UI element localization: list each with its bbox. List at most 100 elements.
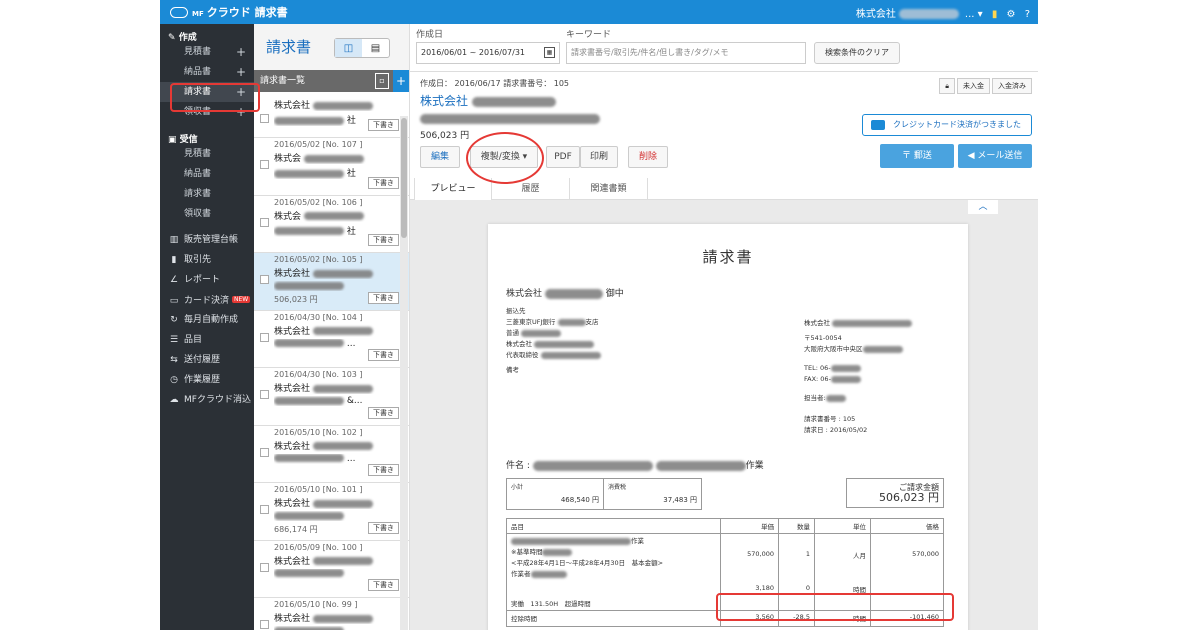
shortcut-icon[interactable]: ▮ [992,9,998,20]
credit-card-icon [871,120,885,130]
sidebar-section-create: ✎ 作成 [160,24,254,43]
price-cell: 570,000 [870,533,944,582]
row-checkbox[interactable] [260,505,269,514]
sidebar-item-create-quote[interactable]: 見積書 + [160,42,254,62]
add-icon[interactable]: + [236,62,246,82]
invoice-company[interactable]: 株式会社 [420,92,556,109]
credit-card-notice[interactable]: クレジットカード決済がつきました [862,114,1032,136]
row-checkbox[interactable] [260,217,269,227]
bank-line: 普通 [506,328,601,339]
list-item[interactable]: 2016/05/02 [No. 106 ] 株式会 社下書き [254,195,409,253]
list-item[interactable]: 2016/05/10 [No. 99 ] 株式会社 [254,598,409,630]
sidebar-item-create-delivery[interactable]: 納品書 + [160,62,254,82]
edit-button[interactable]: 編集 [420,146,460,168]
payment-status-toggle: 🔒︎ 未入金 入金済み [937,78,1032,94]
draft-badge: 下書き [368,349,399,361]
sidebar-item-reconcile[interactable]: ☁ MFクラウド消込 [160,390,254,410]
paid-button[interactable]: 入金済み [992,78,1032,94]
clear-filters-button[interactable]: 検索条件のクリア [814,42,900,64]
report-icon: ∠ [169,275,179,285]
date-range-input[interactable]: 2016/06/01 ~ 2016/07/31 ▦ [416,42,560,64]
add-icon[interactable]: + [236,42,246,62]
draft-badge: 下書き [368,406,399,419]
draft-badge: 下書き [368,119,399,131]
row-checkbox[interactable] [260,114,269,123]
row-checkbox[interactable] [260,275,269,284]
clients-icon: ▮ [171,255,177,265]
draft-badge: 下書き [368,234,399,246]
sidebar-item-label: MFクラウド消込 [184,395,251,405]
sidebar-item-products[interactable]: ☰ 品目 [160,330,254,350]
pdf-button[interactable]: PDF [546,146,580,168]
recipient-name: 株式会社 [506,289,543,299]
row-checkbox[interactable] [260,620,269,629]
cloud-icon: ☁ [169,395,179,405]
print-button[interactable]: 印刷 [580,146,618,168]
app-logo[interactable]: MF クラウド 請求書 [170,4,288,20]
list-view-icon[interactable]: ▤ [362,39,389,57]
subtotal-table: 小計 468,540 円 消費税 37,483 円 [506,478,702,510]
sidebar-item-recv-receipt[interactable]: 領収書 [160,204,254,224]
unpaid-button[interactable]: 未入金 [957,78,990,94]
doc-invoice-no: 請求書番号 : 105 [804,415,856,423]
sidebar-item-recv-invoice[interactable]: 請求書 [160,184,254,204]
delete-button[interactable]: 削除 [628,146,668,168]
sidebar-item-recv-quote[interactable]: 見積書 [160,144,254,164]
list-item[interactable]: 2016/05/10 [No. 101 ] 株式会社 686,174 円下書き [254,483,409,541]
row-checkbox[interactable] [260,447,269,457]
mail-send-label: メール送信 [977,151,1023,161]
help-icon[interactable]: ? [1025,9,1030,20]
row-date-no: 2016/05/10 [No. 101 ] [274,485,363,494]
filter-bar: 作成日 2016/06/01 ~ 2016/07/31 ▦ キーワード 請求書番号… [410,24,1038,72]
sidebar-item-work-history[interactable]: ◷ 作業履歴 [160,370,254,390]
sidebar-item-label: 販売管理台帳 [184,235,239,245]
list-item[interactable]: 2016/05/02 [No. 107 ] 株式会 社下書き [254,138,409,196]
tab-preview[interactable]: プレビュー [414,178,492,200]
send-history-icon: ⇆ [170,355,178,365]
annotation-highlight-deduction-row [716,593,954,621]
sidebar-item-auto[interactable]: ↻ 毎月自動作成 [160,310,254,330]
scrollbar-thumb[interactable] [401,118,407,238]
collapse-icon[interactable]: ︿ [968,200,998,214]
sidebar-item-card[interactable]: ▭ カード決済 NEW [160,290,254,310]
list-item[interactable]: 2016/05/02 [No. 105 ] 株式会社 506,023 円下書き [254,253,409,311]
tax-value: 37,483 円 [663,496,697,504]
list-item[interactable]: 2016/04/30 [No. 104 ] 株式会社 ... 下書き [254,310,409,368]
account-company[interactable]: 株式会社 [856,9,896,20]
keyword-label: キーワード [566,30,612,40]
gear-icon[interactable]: ⚙ [1007,9,1016,20]
annotation-highlight-sidebar-invoice [170,83,260,112]
row-company: 株式会社 [274,554,409,567]
mail-send-button[interactable]: ◀ メール送信 [958,144,1032,168]
sidebar-item-ledger[interactable]: ▥ 販売管理台帳 [160,230,254,250]
sidebar-item-clients[interactable]: ▮ 取引先 [160,250,254,270]
list-scrollbar[interactable] [400,116,408,630]
account-menu[interactable]: ... ▾ [965,9,983,20]
view-toggle[interactable]: ◫ ▤ [334,38,390,58]
row-date-no: 2016/04/30 [No. 103 ] [274,370,363,379]
list-item[interactable]: 2016/04/30 [No. 103 ] 株式会社 &... 下書き [254,368,409,426]
row-checkbox[interactable] [260,160,269,169]
sidebar-item-send-history[interactable]: ⇆ 送付履歴 [160,350,254,370]
draft-badge: 下書き [368,464,399,476]
row-checkbox[interactable] [260,562,269,572]
list-item[interactable]: 2016/05/09 [No. 100 ] 株式会社 下書き [254,540,409,598]
calendar-icon[interactable]: ▦ [544,47,555,58]
lock-icon[interactable]: 🔒︎ [939,78,955,94]
row-checkbox[interactable] [260,390,269,399]
keyword-input[interactable]: 請求書番号/取引先/件名/但し書き/タグ/メモ [566,42,806,64]
list-item[interactable]: 株式会社 社下書き [254,92,409,138]
sidebar-item-recv-delivery[interactable]: 納品書 [160,164,254,184]
postal-send-button[interactable]: 〒 郵送 [880,144,954,168]
split-view-icon[interactable]: ◫ [335,39,362,57]
sidebar-item-report[interactable]: ∠ レポート [160,270,254,290]
new-document-icon[interactable]: ▫ [375,73,389,89]
issuer-tel: TEL: 06- [804,363,912,374]
list-item[interactable]: 2016/05/10 [No. 102 ] 株式会社 ... 下書き [254,425,409,483]
col-header: 価格 [870,518,944,534]
row-checkbox[interactable] [260,332,269,342]
add-invoice-button[interactable]: + [393,70,409,92]
tab-related[interactable]: 関連書類 [570,178,648,200]
invoice-amount: 506,023 円 [420,131,470,141]
tax-cell: 消費税 37,483 円 [604,479,701,509]
